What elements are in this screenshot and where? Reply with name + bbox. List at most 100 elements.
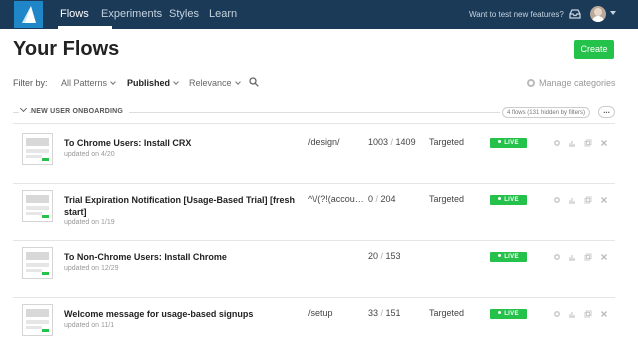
filter-patterns-label: All Patterns xyxy=(61,78,108,88)
thumb-bar xyxy=(26,195,49,203)
flow-row[interactable]: To Chrome Users: Install CRX updated on … xyxy=(13,124,615,183)
flow-targeting: Targeted xyxy=(429,308,465,318)
flow-total: 1409 xyxy=(395,137,416,147)
flow-title[interactable]: Welcome message for usage-based signups xyxy=(64,308,299,320)
nav-learn[interactable]: Learn xyxy=(209,8,237,20)
logo-icon xyxy=(22,6,36,23)
flow-stats: 0 / 204 xyxy=(368,194,396,204)
flow-path: /setup xyxy=(308,308,333,318)
thumb-button xyxy=(42,215,49,218)
live-badge: LIVE xyxy=(490,138,527,148)
test-features-link[interactable]: Want to test new features? xyxy=(469,10,564,19)
create-button[interactable]: Create xyxy=(574,40,614,59)
chevron-down-icon xyxy=(19,104,28,113)
gear-icon[interactable] xyxy=(553,139,561,147)
thumb-bar xyxy=(26,309,49,317)
flow-stats: 20 / 153 xyxy=(368,251,401,261)
filter-status-label: Published xyxy=(127,78,171,88)
filter-label: Filter by: xyxy=(13,78,48,88)
inbox-icon[interactable] xyxy=(569,8,581,20)
search-icon[interactable] xyxy=(249,77,259,87)
live-label: LIVE xyxy=(504,311,519,317)
gear-icon xyxy=(527,79,535,87)
chart-icon[interactable] xyxy=(568,310,576,318)
avatar-body xyxy=(592,16,604,22)
stats-separator: / xyxy=(388,137,396,147)
manage-categories-label: Manage categories xyxy=(539,78,616,88)
flow-updated: updated on 12/29 xyxy=(64,265,119,272)
live-badge: LIVE xyxy=(490,195,527,205)
flow-row[interactable]: Trial Expiration Notification [Usage-Bas… xyxy=(13,184,615,240)
thumb-bar xyxy=(26,206,49,210)
gear-icon[interactable] xyxy=(553,253,561,261)
copy-icon[interactable] xyxy=(584,253,592,261)
thumb-button xyxy=(42,272,49,275)
close-icon[interactable] xyxy=(600,310,608,318)
chevron-down-icon[interactable] xyxy=(610,11,616,15)
flow-path: /design/ xyxy=(308,137,340,147)
flow-total: 204 xyxy=(380,194,396,204)
avatar-head xyxy=(594,8,602,16)
thumb-bar xyxy=(26,155,42,158)
chevron-down-icon xyxy=(234,79,241,85)
copy-icon[interactable] xyxy=(584,310,592,318)
flow-thumbnail[interactable] xyxy=(22,190,53,222)
nav-experiments[interactable]: Experiments xyxy=(101,8,162,20)
group-more-button[interactable]: ... xyxy=(598,106,615,118)
thumb-button xyxy=(42,329,49,332)
close-icon[interactable] xyxy=(600,139,608,147)
flow-targeting: Targeted xyxy=(429,137,465,147)
flow-title[interactable]: To Non-Chrome Users: Install Chrome xyxy=(64,251,299,263)
live-dot-icon xyxy=(498,311,502,314)
page-title: Your Flows xyxy=(13,38,120,60)
close-icon[interactable] xyxy=(600,253,608,261)
chart-icon[interactable] xyxy=(568,139,576,147)
thumb-bar xyxy=(26,269,42,272)
flow-updated: updated on 4/20 xyxy=(64,151,115,158)
group-name: NEW USER ONBOARDING xyxy=(31,108,130,115)
flow-title[interactable]: To Chrome Users: Install CRX xyxy=(64,137,299,149)
manage-categories-link[interactable]: Manage categories xyxy=(527,78,616,88)
flow-views: 33 xyxy=(368,308,379,318)
flow-views: 20 xyxy=(368,251,379,261)
close-icon[interactable] xyxy=(600,196,608,204)
flow-title[interactable]: Trial Expiration Notification [Usage-Bas… xyxy=(64,194,299,218)
filter-sort-dropdown[interactable]: Relevance xyxy=(189,78,241,88)
chart-icon[interactable] xyxy=(568,196,576,204)
flow-row[interactable]: To Non-Chrome Users: Install Chrome upda… xyxy=(13,241,615,297)
avatar[interactable] xyxy=(590,6,606,22)
app-logo[interactable] xyxy=(14,1,43,28)
flow-targeting: Targeted xyxy=(429,194,465,204)
filter-patterns-dropdown[interactable]: All Patterns xyxy=(61,78,116,88)
thumb-bar xyxy=(26,212,42,215)
chart-icon[interactable] xyxy=(568,253,576,261)
flow-thumbnail[interactable] xyxy=(22,247,53,279)
nav-styles[interactable]: Styles xyxy=(169,8,199,20)
group-collapse-toggle[interactable] xyxy=(19,104,29,115)
copy-icon[interactable] xyxy=(584,139,592,147)
live-dot-icon xyxy=(498,254,502,257)
copy-icon[interactable] xyxy=(584,196,592,204)
thumb-button xyxy=(42,158,49,161)
flow-row[interactable]: Welcome message for usage-based signups … xyxy=(13,298,615,355)
thumb-bar xyxy=(26,263,49,267)
nav-flows[interactable]: Flows xyxy=(60,8,89,20)
thumb-bar xyxy=(26,326,42,329)
gear-icon[interactable] xyxy=(553,310,561,318)
thumb-bar xyxy=(26,320,49,324)
thumb-bar xyxy=(26,149,49,153)
flow-total: 153 xyxy=(385,251,401,261)
filter-status-dropdown[interactable]: Published xyxy=(127,78,179,88)
flow-stats: 33 / 151 xyxy=(368,308,401,318)
gear-icon[interactable] xyxy=(553,196,561,204)
live-label: LIVE xyxy=(504,197,519,203)
flow-thumbnail[interactable] xyxy=(22,304,53,336)
flow-updated: updated on 11/1 xyxy=(64,322,115,329)
flow-views: 1003 xyxy=(368,137,389,147)
flow-stats: 1003 / 1409 xyxy=(368,137,416,147)
flow-total: 151 xyxy=(385,308,401,318)
flow-thumbnail[interactable] xyxy=(22,133,53,165)
live-dot-icon xyxy=(498,197,502,200)
chevron-down-icon xyxy=(173,79,179,85)
flow-path: ^\/(?!(account... xyxy=(308,194,368,204)
